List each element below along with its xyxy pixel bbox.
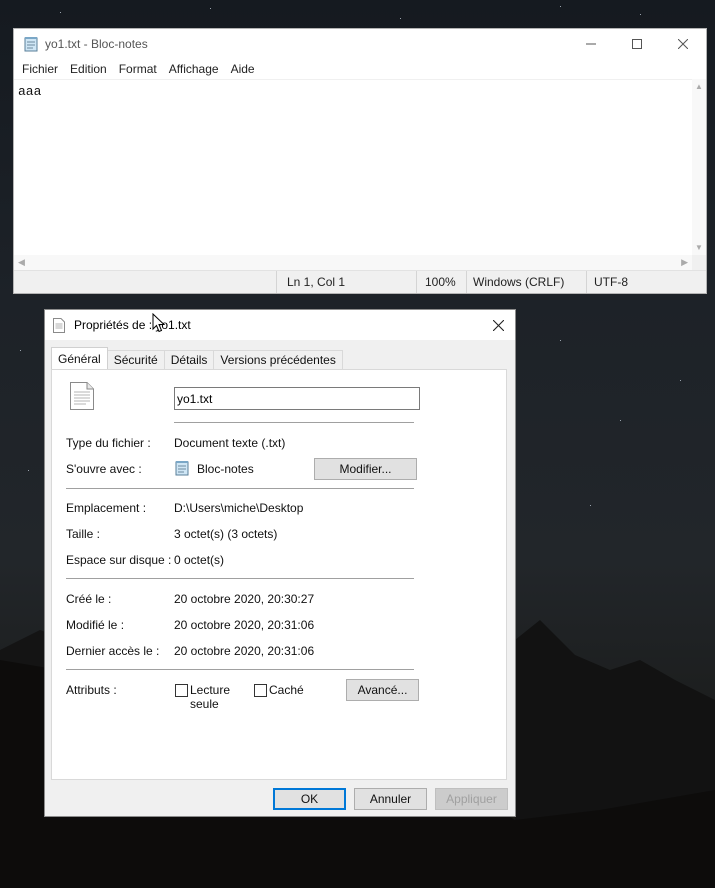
vertical-scrollbar[interactable]: ▲ ▼: [692, 79, 706, 255]
status-position: Ln 1, Col 1: [276, 271, 416, 293]
scroll-down-icon[interactable]: ▼: [695, 243, 703, 252]
advanced-button[interactable]: Avancé...: [346, 679, 419, 701]
close-icon: [492, 319, 504, 331]
menu-affichage[interactable]: Affichage: [163, 62, 225, 76]
disk-size-label: Espace sur disque :: [66, 553, 172, 567]
menu-fichier[interactable]: Fichier: [16, 62, 64, 76]
hidden-checkbox[interactable]: [254, 684, 267, 697]
status-line-endings: Windows (CRLF): [466, 271, 586, 293]
created-value: 20 octobre 2020, 20:30:27: [174, 592, 315, 606]
cancel-button[interactable]: Annuler: [354, 788, 427, 810]
scroll-up-icon[interactable]: ▲: [695, 82, 703, 91]
created-label: Créé le :: [66, 592, 112, 606]
status-line-endings-text: Windows (CRLF): [473, 275, 565, 289]
properties-dialog: Propriétés de : yo1.txt Général Sécurité…: [44, 309, 516, 817]
close-icon: [678, 39, 688, 49]
divider: [66, 488, 414, 489]
hidden-label: Caché: [269, 683, 304, 697]
menu-edition[interactable]: Edition: [64, 62, 113, 76]
notepad-window: yo1.txt - Bloc-notes Fichier Edition For…: [13, 28, 707, 294]
size-value: 3 octet(s) (3 octets): [174, 527, 278, 541]
notepad-statusbar: Ln 1, Col 1 100% Windows (CRLF) UTF-8: [14, 270, 706, 293]
mouse-cursor-icon: [152, 313, 166, 333]
notepad-text-area[interactable]: aaa: [14, 79, 692, 255]
notepad-app-icon: [174, 460, 190, 479]
tab-details[interactable]: Détails: [163, 350, 215, 369]
filename-input[interactable]: [174, 387, 420, 410]
attributes-label: Attributs :: [66, 683, 117, 697]
scroll-left-icon[interactable]: ◀: [18, 257, 25, 268]
divider: [66, 578, 414, 579]
minimize-icon: [586, 43, 596, 45]
close-button[interactable]: [660, 29, 706, 59]
modified-value: 20 octobre 2020, 20:31:06: [174, 618, 315, 632]
ok-button[interactable]: OK: [273, 788, 346, 810]
modified-label: Modifié le :: [66, 618, 125, 632]
opens-with-value: Bloc-notes: [197, 462, 254, 476]
notepad-title: yo1.txt - Bloc-notes: [45, 37, 148, 51]
status-zoom-text: 100%: [425, 275, 456, 289]
divider: [66, 669, 414, 670]
status-encoding-text: UTF-8: [594, 275, 628, 289]
apply-button[interactable]: Appliquer: [435, 788, 508, 810]
divider: [174, 422, 414, 423]
minimize-button[interactable]: [568, 29, 614, 59]
accessed-value: 20 octobre 2020, 20:31:06: [174, 644, 315, 658]
scrollbar-corner: [692, 255, 706, 271]
tab-securite[interactable]: Sécurité: [106, 350, 165, 369]
notepad-titlebar[interactable]: yo1.txt - Bloc-notes: [14, 29, 706, 59]
dialog-close-button[interactable]: [481, 310, 515, 340]
accessed-label: Dernier accès le :: [66, 644, 160, 658]
horizontal-scrollbar[interactable]: ◀ ▶: [14, 255, 692, 271]
modify-button[interactable]: Modifier...: [314, 458, 417, 480]
disk-size-value: 0 octet(s): [174, 553, 225, 567]
status-position-text: Ln 1, Col 1: [287, 275, 346, 289]
location-value: D:\Users\miche\Desktop: [174, 501, 304, 515]
readonly-checkbox[interactable]: [175, 684, 188, 697]
dialog-tabs: Général Sécurité Détails Versions précéd…: [51, 347, 343, 369]
scroll-right-icon[interactable]: ▶: [681, 257, 688, 268]
general-tab-panel: Type du fichier : Document texte (.txt) …: [51, 369, 507, 780]
file-type-label: Type du fichier :: [66, 436, 151, 450]
text-document-icon: [70, 382, 94, 413]
dialog-title: Propriétés de : yo1.txt: [74, 318, 191, 332]
maximize-icon: [632, 39, 642, 49]
document-small-icon: [53, 317, 65, 333]
menu-format[interactable]: Format: [113, 62, 163, 76]
readonly-label-line1: Lecture: [190, 683, 231, 697]
opens-with-label: S'ouvre avec :: [66, 462, 142, 476]
status-zoom: 100%: [416, 271, 466, 293]
location-label: Emplacement :: [66, 501, 147, 515]
tab-versions-precedentes[interactable]: Versions précédentes: [213, 350, 343, 369]
dialog-titlebar[interactable]: Propriétés de : yo1.txt: [45, 310, 515, 340]
size-label: Taille :: [66, 527, 101, 541]
tab-general[interactable]: Général: [51, 347, 108, 369]
status-encoding: UTF-8: [586, 271, 706, 293]
notepad-app-icon: [23, 36, 39, 52]
maximize-button[interactable]: [614, 29, 660, 59]
notepad-menubar: Fichier Edition Format Affichage Aide: [14, 59, 706, 79]
notepad-content: aaa: [18, 84, 42, 99]
file-type-value: Document texte (.txt): [174, 436, 286, 450]
menu-aide[interactable]: Aide: [225, 62, 261, 76]
readonly-label-line2: seule: [190, 697, 219, 711]
